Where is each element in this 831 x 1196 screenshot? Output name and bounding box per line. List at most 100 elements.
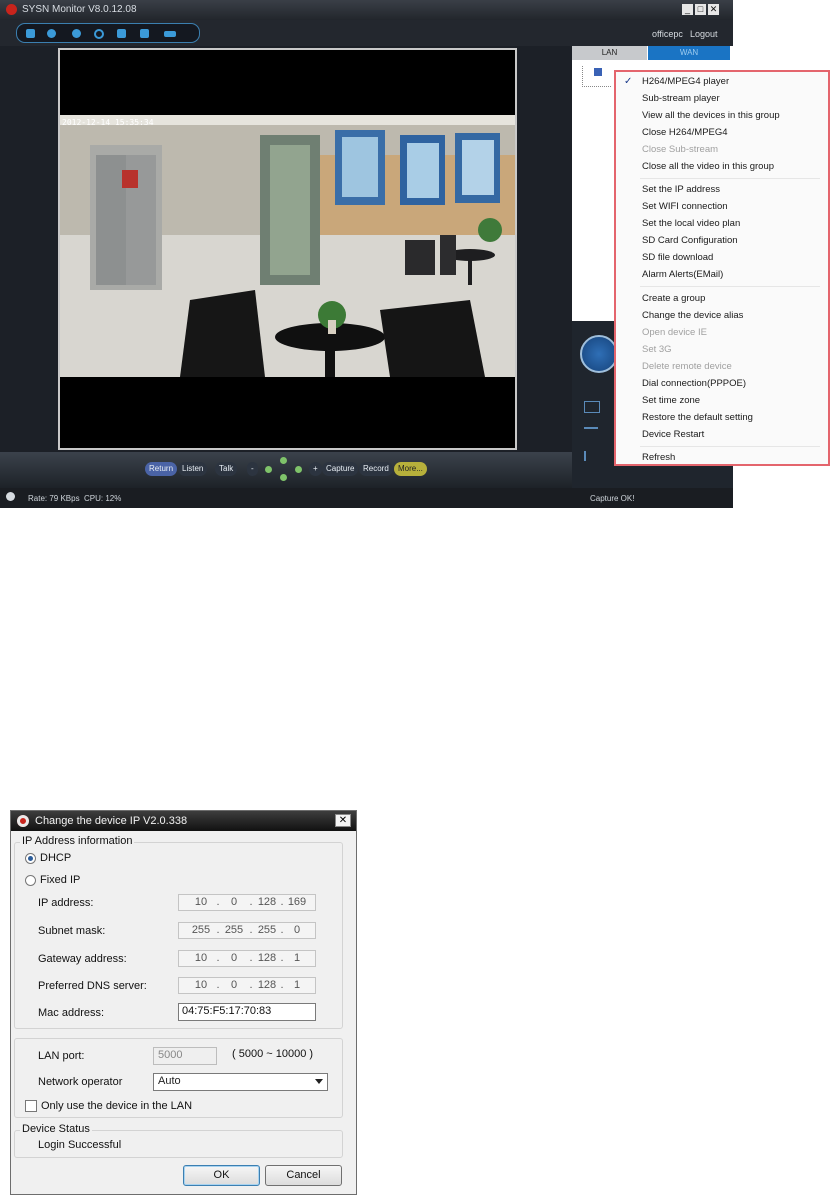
close-icon[interactable]: ✕ (708, 4, 719, 15)
dialog-title: Change the device IP V2.0.338 (35, 815, 188, 827)
cancel-button[interactable]: Cancel (265, 1165, 342, 1186)
return-button[interactable]: Return (145, 462, 178, 476)
maximize-icon[interactable]: □ (695, 4, 706, 15)
dns-server-field: 10. 0. 128. 1 (178, 977, 316, 994)
lan-port-range: ( 5000 ~ 10000 ) (232, 1048, 314, 1060)
menu-item-video-plan[interactable]: Set the local video plan (642, 218, 740, 229)
menu-item-sub-stream-player[interactable]: Sub-stream player (642, 93, 720, 104)
zoom-in-button[interactable]: + (309, 462, 322, 476)
video-frame[interactable]: 2012-12-14 15:35:34 (58, 48, 517, 450)
folder-icon[interactable] (584, 401, 600, 413)
menu-item-set-time-zone[interactable]: Set time zone (642, 395, 700, 406)
chevron-down-icon (315, 1079, 323, 1084)
menu-item-delete-remote: Delete remote device (642, 361, 732, 372)
record-icon[interactable] (72, 29, 81, 38)
toolbar-pill (16, 23, 200, 43)
ptz-up-icon[interactable] (280, 457, 287, 464)
dns-server-label: Preferred DNS server: (38, 980, 147, 992)
context-menu: ✓ H264/MPEG4 player Sub-stream player Vi… (614, 70, 830, 466)
flag-icon[interactable] (584, 451, 600, 461)
mac-address-label: Mac address: (38, 1007, 105, 1019)
logout-link[interactable]: Logout (690, 29, 718, 39)
tab-wan[interactable]: WAN (648, 46, 730, 60)
menu-item-dial-pppoe[interactable]: Dial connection(PPPOE) (642, 378, 746, 389)
ip-address-label: IP address: (38, 897, 94, 909)
help-icon[interactable] (164, 31, 176, 37)
fixed-ip-label[interactable]: Fixed IP (40, 874, 80, 886)
dhcp-label[interactable]: DHCP (40, 852, 71, 864)
network-operator-label: Network operator (38, 1076, 123, 1088)
ptz-joystick-icon[interactable] (580, 335, 618, 373)
camera-timestamp: 2012-12-14 15:35:34 (62, 118, 154, 127)
dialog-title-bar: Change the device IP V2.0.338 ✕ (11, 811, 356, 831)
menu-item-close-sub-stream: Close Sub-stream (642, 144, 719, 155)
ptz-right-icon[interactable] (295, 466, 302, 473)
lan-only-checkbox[interactable] (25, 1100, 37, 1112)
monitor-toolbar: officepc Logout (0, 20, 733, 46)
rate-text: Rate: 79 KBps (28, 494, 80, 503)
menu-item-close-group-video[interactable]: Close all the video in this group (642, 161, 774, 172)
menu-item-change-alias[interactable]: Change the device alias (642, 310, 743, 321)
menu-item-restore-default[interactable]: Restore the default setting (642, 412, 753, 423)
cpu-text: CPU: 12% (84, 494, 122, 503)
monitor-title-bar: SYSN Monitor V8.0.12.08 _ □ ✕ (0, 0, 733, 20)
window-buttons: _ □ ✕ (682, 4, 719, 15)
menu-item-device-restart[interactable]: Device Restart (642, 429, 704, 440)
menu-item-set-3g: Set 3G (642, 344, 672, 355)
settings-icon[interactable] (140, 29, 149, 38)
camera-icon[interactable] (47, 29, 56, 38)
network-operator-value: Auto (158, 1075, 181, 1087)
ip-info-group-label: IP Address information (20, 835, 135, 847)
checkmark-icon: ✓ (624, 76, 633, 87)
lan-port-label: LAN port: (38, 1050, 85, 1062)
arrows-icon[interactable] (584, 427, 598, 429)
ip-address-field: 10. 0. 128. 169 (178, 894, 316, 911)
lan-port-field: 5000 (153, 1047, 217, 1065)
capture-button[interactable]: Capture (322, 462, 359, 476)
device-status-group-label: Device Status (20, 1123, 92, 1135)
app-logo-icon (17, 815, 29, 827)
search-icon[interactable] (94, 29, 104, 39)
layout-grid-icon[interactable] (26, 29, 35, 38)
ptz-down-icon[interactable] (280, 474, 287, 481)
device-icon[interactable] (594, 68, 602, 76)
menu-item-create-group[interactable]: Create a group (642, 293, 705, 304)
mac-address-field[interactable]: 04:75:F5:17:70:83 (178, 1003, 316, 1021)
menu-item-refresh[interactable]: Refresh (642, 452, 675, 463)
dhcp-radio[interactable] (25, 853, 36, 864)
device-status-text: Login Successful (38, 1139, 122, 1151)
ptz-left-icon[interactable] (265, 466, 272, 473)
menu-separator (640, 286, 820, 287)
talk-button[interactable]: Talk (215, 462, 238, 476)
status-bar: Rate: 79 KBps CPU: 12% Capture OK! (0, 488, 733, 508)
menu-item-open-device-ie: Open device IE (642, 327, 707, 338)
user-name: officepc (652, 29, 683, 39)
fixed-ip-radio[interactable] (25, 875, 36, 886)
menu-item-sd-card-config[interactable]: SD Card Configuration (642, 235, 738, 246)
camera-image: 2012-12-14 15:35:34 (60, 115, 515, 377)
menu-item-view-group-devices[interactable]: View all the devices in this group (642, 110, 780, 121)
app-logo-icon (6, 4, 17, 15)
dialog-close-button[interactable]: ✕ (335, 814, 351, 827)
minimize-icon[interactable]: _ (682, 4, 693, 15)
user-icon[interactable] (117, 29, 126, 38)
network-operator-select[interactable]: Auto (153, 1073, 328, 1091)
menu-separator (640, 178, 820, 179)
listen-button[interactable]: Listen (178, 462, 208, 476)
menu-item-set-ip[interactable]: Set the IP address (642, 184, 720, 195)
menu-item-close-h264[interactable]: Close H264/MPEG4 (642, 127, 728, 138)
zoom-out-button[interactable]: - (247, 462, 258, 476)
more-button[interactable]: More... (394, 462, 427, 476)
lan-only-label[interactable]: Only use the device in the LAN (41, 1100, 192, 1112)
gateway-address-field: 10. 0. 128. 1 (178, 950, 316, 967)
menu-item-h264-player[interactable]: H264/MPEG4 player (642, 76, 729, 87)
capture-status-text: Capture OK! (590, 494, 635, 503)
menu-item-alarm-alerts[interactable]: Alarm Alerts(EMail) (642, 269, 723, 280)
playback-controls: Return Listen Talk - + Capture Record Mo… (0, 452, 573, 488)
ok-button[interactable]: OK (183, 1165, 260, 1186)
menu-item-set-wifi[interactable]: Set WIFI connection (642, 201, 728, 212)
record-button[interactable]: Record (359, 462, 393, 476)
menu-item-sd-file-download[interactable]: SD file download (642, 252, 713, 263)
tab-lan[interactable]: LAN (572, 46, 647, 60)
menu-separator (640, 446, 820, 447)
